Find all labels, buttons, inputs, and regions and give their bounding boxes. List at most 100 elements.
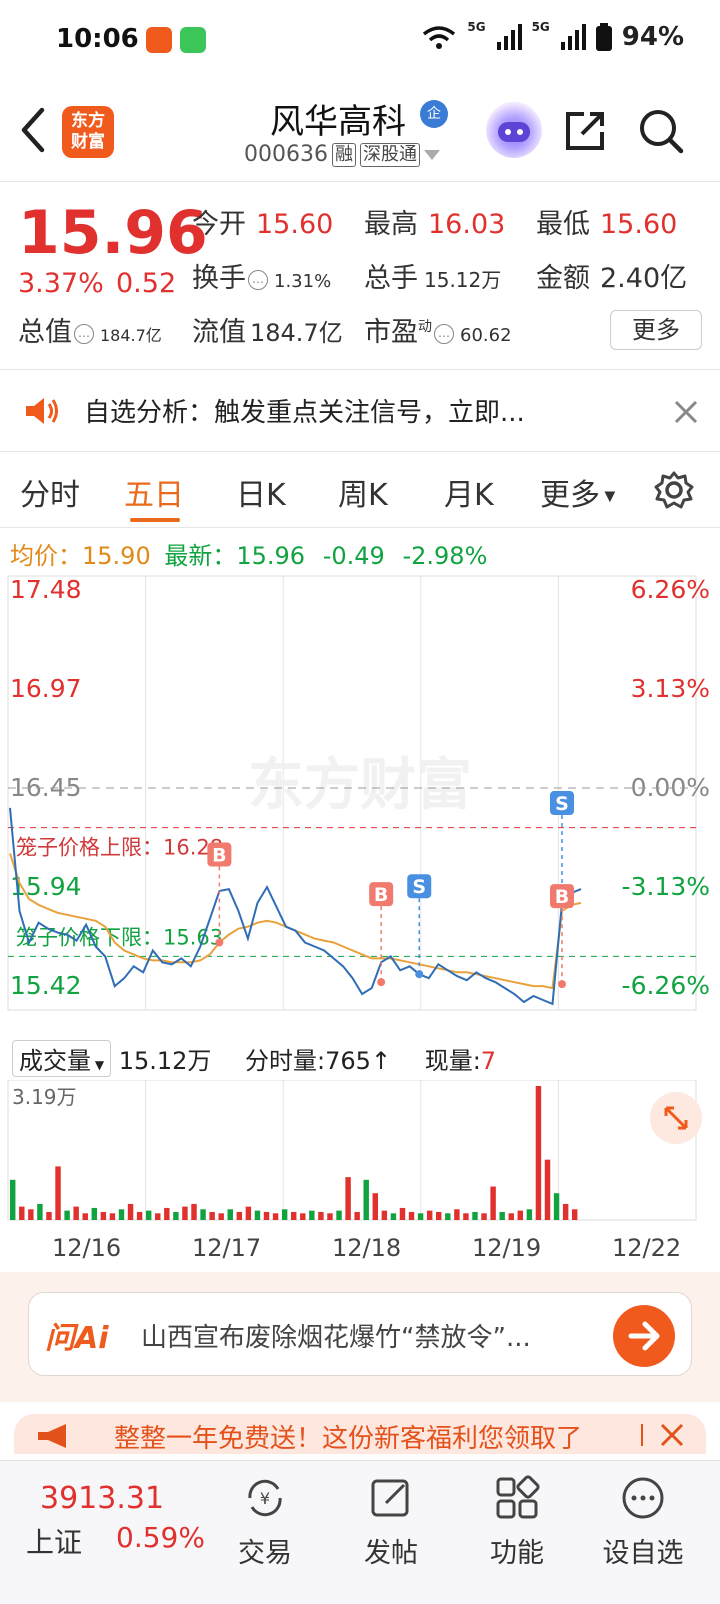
volume-bar — [454, 1209, 460, 1220]
tab-weekly-k[interactable]: 周K — [338, 470, 388, 514]
y-tick-label-right: -6.26% — [622, 971, 710, 1000]
app-logo[interactable]: 东方 财富 — [62, 106, 114, 158]
logo-line1: 东方 — [71, 111, 105, 131]
volume-bar — [490, 1186, 496, 1220]
status-bar: 10:06 5G 5G 94% — [0, 0, 720, 82]
status-right: 5G 5G 94% — [421, 20, 684, 52]
stock-code-line[interactable]: 000636 融 深股通 — [244, 142, 440, 167]
trade-marker-dot — [415, 970, 424, 979]
open-value: 15.60 — [256, 209, 334, 240]
nav-post[interactable]: 发帖 — [336, 1475, 446, 1570]
tab-more[interactable]: 更多 ▼ — [540, 470, 615, 514]
ai-go-button[interactable] — [613, 1305, 675, 1367]
close-icon[interactable] — [674, 400, 698, 424]
signal-icon-1 — [496, 24, 522, 50]
legend-change-pct: -2.98% — [402, 542, 488, 570]
speaker-icon — [26, 398, 58, 424]
nav-trade-label: 交易 — [238, 1538, 292, 1569]
volume-bar — [290, 1211, 297, 1220]
volume-bar — [173, 1211, 179, 1220]
more-button[interactable]: 更多 — [610, 310, 702, 350]
open-field: 今开 15.60 — [192, 202, 333, 241]
volume-bar — [399, 1207, 406, 1220]
tab-five-day[interactable]: 五日 — [124, 470, 184, 514]
nav-trade[interactable]: ¥ 交易 — [210, 1475, 320, 1570]
volume-bar — [28, 1209, 34, 1220]
volume-bar — [118, 1209, 125, 1220]
close-icon[interactable] — [638, 1422, 694, 1448]
avg-price-line — [9, 853, 582, 990]
index-name[interactable]: 上证 — [26, 1521, 82, 1561]
y-tick-label-right: 6.26% — [631, 575, 710, 604]
volume-bar — [481, 1213, 487, 1220]
info-icon[interactable]: … — [74, 323, 94, 344]
volume-bar — [227, 1209, 233, 1220]
tab-daily-k[interactable]: 日K — [236, 470, 286, 514]
watermark-logo: 东方财富 — [248, 753, 472, 818]
open-label: 今开 — [192, 209, 246, 240]
chevron-down-icon — [423, 149, 440, 160]
volume-bar — [272, 1213, 279, 1220]
volume-bar — [372, 1193, 379, 1220]
high-value: 16.03 — [428, 209, 506, 240]
nav-function[interactable]: 功能 — [462, 1475, 572, 1570]
volume-frame — [7, 1080, 697, 1221]
x-label: 12/17 — [192, 1234, 262, 1262]
trade-marker-dot — [215, 938, 224, 947]
volume-bar — [200, 1209, 206, 1220]
volume-bar — [417, 1213, 424, 1220]
search-icon[interactable] — [638, 108, 684, 154]
message-notification-icon — [180, 27, 206, 53]
battery-icon — [595, 23, 612, 51]
turnover-value: 1.31% — [274, 271, 332, 292]
info-icon[interactable]: … — [248, 269, 268, 290]
indicator-label: 成交量 — [19, 1047, 91, 1075]
network-5g-2: 5G — [531, 20, 550, 34]
signal-icon-2 — [560, 24, 586, 50]
indicator-selector[interactable]: 成交量 ▼ — [12, 1040, 112, 1077]
robot-icon — [498, 122, 530, 142]
back-icon[interactable] — [18, 106, 48, 154]
ai-headline: 山西宣布废除烟花爆竹“禁放令”... — [141, 1323, 531, 1353]
info-icon[interactable]: … — [434, 323, 454, 344]
volume-bar — [46, 1211, 52, 1220]
expand-button[interactable] — [650, 1092, 702, 1144]
index-value[interactable]: 3913.31 — [40, 1481, 164, 1516]
settings-gear-icon[interactable] — [654, 470, 694, 510]
amount-field: 金额 2.40亿 — [536, 256, 687, 295]
volume-bar — [191, 1203, 197, 1220]
trade-marker-dot — [558, 980, 567, 989]
volume-bar — [10, 1179, 16, 1220]
tab-monthly-k[interactable]: 月K — [444, 470, 494, 514]
float-cap-field: 流值 184.7亿 — [192, 310, 343, 349]
volume-bar — [109, 1213, 116, 1220]
volume-bar — [363, 1179, 369, 1220]
bottom-nav: 3913.31 上证 0.59% ¥ 交易 发帖 功能 设自选 — [0, 1460, 720, 1604]
volume-bar — [209, 1211, 215, 1220]
price-chart[interactable]: 东方财富17.48 6.26%16.97 3.13%16.45 0.00%15.94-… — [0, 574, 720, 1034]
nav-add-watchlist-label: 设自选 — [602, 1538, 684, 1569]
tab-intraday[interactable]: 分时 — [20, 470, 80, 514]
status-time: 10:06 — [56, 24, 139, 54]
analysis-notice[interactable]: 自选分析：触发重点关注信号，立即... — [0, 370, 720, 452]
share-icon[interactable] — [562, 108, 608, 154]
amount-label: 金额 — [536, 263, 590, 294]
volume-bar — [309, 1210, 315, 1220]
volume-bar — [390, 1213, 397, 1220]
index-pct[interactable]: 0.59% — [116, 1521, 205, 1554]
trade-marker-label: B — [374, 884, 388, 906]
low-label: 最低 — [536, 209, 590, 240]
volume-bar — [571, 1209, 578, 1220]
nav-add-watchlist[interactable]: 设自选 — [588, 1475, 698, 1570]
promo-banner[interactable]: 整整一年免费送！这份新客福利您领取了 — [14, 1414, 706, 1454]
active-tab-indicator — [130, 518, 180, 522]
megaphone-icon — [38, 1424, 66, 1448]
arrow-right-icon — [628, 1321, 660, 1351]
ai-search-bar[interactable]: 问Ai 山西宣布废除烟花爆竹“禁放令”... — [28, 1292, 692, 1376]
ai-assistant-avatar[interactable] — [486, 102, 542, 158]
turnover-label: 换手 — [192, 263, 246, 294]
y-tick-label-left: 16.97 — [10, 674, 82, 703]
y-tick-label-right: -3.13% — [622, 872, 710, 901]
float-cap-value: 184.7亿 — [250, 319, 343, 347]
y-tick-label-right: 3.13% — [631, 674, 710, 703]
